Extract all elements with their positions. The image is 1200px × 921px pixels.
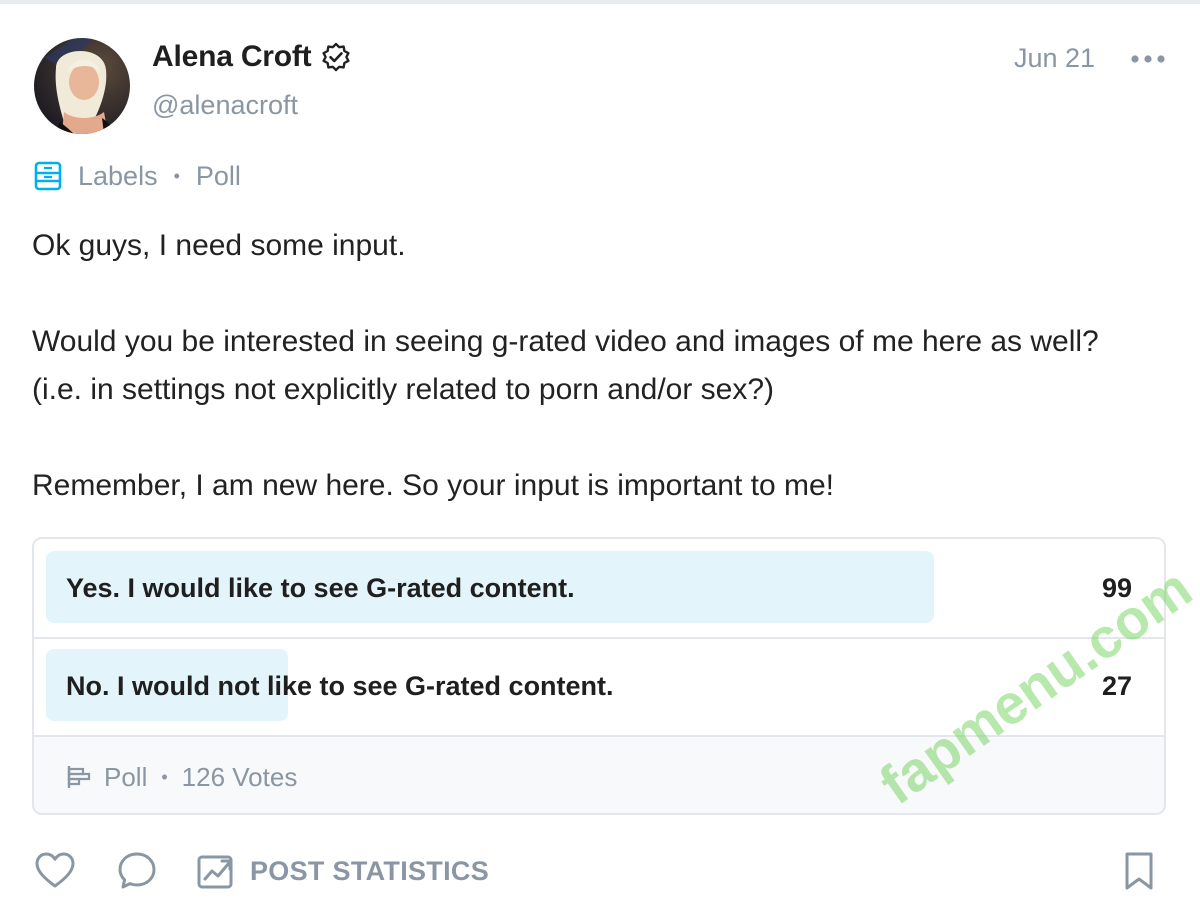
post-text-line: Ok guys, I need some input. (32, 229, 406, 262)
poll-footer: Poll • 126 Votes (34, 737, 1164, 813)
avatar-image (34, 38, 130, 134)
avatar[interactable] (34, 38, 130, 134)
poll-option-count: 99 (1101, 573, 1132, 603)
poll-footer-type: Poll (104, 761, 148, 792)
post-text-line: Remember, I am new here. So your input i… (32, 469, 835, 502)
more-options-button[interactable] (1128, 44, 1168, 74)
post-statistics-button[interactable]: POST STATISTICS (196, 846, 489, 896)
top-divider (0, 0, 1200, 4)
verified-badge-icon (322, 42, 351, 72)
post-text-line: Would you be interested in seeing g-rate… (32, 325, 1099, 358)
author-name[interactable]: Alena Croft (152, 40, 312, 74)
post-text-line: (i.e. in settings not explicitly related… (32, 373, 775, 406)
comment-icon[interactable] (116, 850, 158, 892)
post-body: Ok guys, I need some input. Would you be… (32, 222, 1172, 510)
author-name-row[interactable]: Alena Croft (152, 40, 351, 74)
poll: Yes. I would like to see G-rated content… (32, 537, 1166, 815)
heart-icon[interactable] (34, 850, 76, 892)
post-date[interactable]: Jun 21 (1014, 43, 1095, 74)
poll-option-label: Yes. I would like to see G-rated content… (66, 573, 575, 603)
poll-icon (67, 766, 91, 788)
labels-separator: • (173, 165, 180, 186)
bookmark-icon[interactable] (1118, 850, 1160, 892)
poll-option-yes[interactable]: Yes. I would like to see G-rated content… (34, 539, 1164, 639)
poll-option-no[interactable]: No. I would not like to see G-rated cont… (34, 637, 1164, 737)
poll-vote-count: 126 Votes (181, 761, 298, 792)
post-actions: POST STATISTICS (34, 846, 1164, 896)
statistics-icon (197, 855, 233, 889)
poll-footer-separator: • (161, 766, 168, 787)
more-dots-icon (1131, 55, 1165, 63)
poll-option-count: 27 (1101, 671, 1132, 701)
author-handle[interactable]: @alenacroft (152, 90, 298, 121)
post-statistics-label: POST STATISTICS (250, 855, 490, 886)
poll-option-label: No. I would not like to see G-rated cont… (66, 671, 614, 701)
labels-row[interactable]: Labels • Poll (34, 158, 241, 194)
label-tag-poll[interactable]: Poll (196, 161, 241, 192)
labels-icon (34, 161, 62, 191)
labels-text: Labels (78, 160, 158, 191)
